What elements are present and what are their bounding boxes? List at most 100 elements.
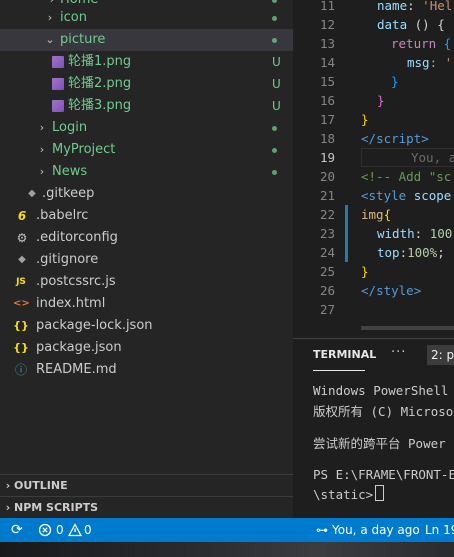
cursor-position[interactable]: Ln 19 xyxy=(425,518,454,542)
tree-item-readme[interactable]: ⓘ README.md xyxy=(0,359,293,381)
html-file-icon: <> xyxy=(13,298,30,309)
javascript-file-icon: JS xyxy=(16,277,26,287)
chevron-right-icon: › xyxy=(39,165,45,178)
code-line-22: img{ xyxy=(361,207,392,222)
tree-item-babelrc[interactable]: 6 .babelrc xyxy=(0,205,293,227)
terminal-output-line: 尝试新的跨平台 Power xyxy=(313,436,446,451)
outline-section-header[interactable]: › OUTLINE xyxy=(0,474,293,497)
tree-item-postcssrc[interactable]: JS .postcssrc.js xyxy=(0,271,293,293)
terminal-output-line: PS E:\FRAME\FRONT-EN xyxy=(313,467,454,482)
tree-item-gitkeep[interactable]: ◆ .gitkeep xyxy=(0,183,293,205)
modified-dot-icon xyxy=(272,148,277,153)
modified-dot-icon xyxy=(272,16,277,21)
terminal-output-line: 版权所有 (C) Microso xyxy=(313,404,454,419)
more-actions-icon[interactable]: ··· xyxy=(391,345,406,360)
active-tab-indicator xyxy=(313,370,365,371)
tree-item-image-3[interactable]: 轮播3.png U xyxy=(0,95,293,117)
line-number: 11 xyxy=(319,0,335,13)
code-line-18: </script> xyxy=(361,131,429,146)
babel-icon: 6 xyxy=(17,209,27,223)
git-blame-icon: ⊶ xyxy=(316,523,328,537)
image-file-icon xyxy=(52,78,64,90)
tree-item-package-json[interactable]: {} package.json xyxy=(0,337,293,359)
code-line-26: </style> xyxy=(361,283,422,298)
line-number: 15 xyxy=(319,74,335,89)
warning-count: 0 xyxy=(84,523,92,537)
terminal-prompt-line[interactable]: \static> xyxy=(313,485,385,502)
image-file-icon xyxy=(52,100,64,112)
code-line-12: data () { xyxy=(377,17,445,32)
code-line-14: msg: ' xyxy=(407,55,453,70)
npm-scripts-section-header[interactable]: › NPM SCRIPTS xyxy=(0,496,293,518)
chevron-right-icon: › xyxy=(5,479,11,492)
line-number: 20 xyxy=(319,169,335,184)
chevron-right-icon: › xyxy=(39,121,45,134)
line-number: 26 xyxy=(319,283,335,298)
line-number: 13 xyxy=(319,36,335,51)
untracked-badge: U xyxy=(272,99,281,113)
code-line-15: } xyxy=(391,74,399,89)
tree-item-editorconfig[interactable]: ⚙ .editorconfig xyxy=(0,227,293,249)
code-line-23: width: 100 xyxy=(377,226,453,241)
horizontal-scrollbar[interactable] xyxy=(361,326,454,330)
code-line-20: <!-- Add "sc xyxy=(361,169,452,184)
line-number: 22 xyxy=(319,207,335,222)
line-number: 27 xyxy=(319,302,335,317)
line-number: 14 xyxy=(319,55,335,70)
error-count: 0 xyxy=(56,523,64,537)
image-file-icon xyxy=(52,56,64,68)
explorer-sidebar: › Home › icon ⌄ picture 轮播1.png U 轮播2.pn… xyxy=(0,0,293,518)
code-line-11: name: 'Hel xyxy=(377,0,453,13)
line-number: 25 xyxy=(319,264,335,279)
tree-item-package-lock[interactable]: {} package-lock.json xyxy=(0,315,293,337)
tree-item-myproject[interactable]: › MyProject xyxy=(0,139,293,161)
tree-item-login[interactable]: › Login xyxy=(0,117,293,139)
warning-icon xyxy=(68,523,82,537)
line-number: 21 xyxy=(319,188,335,203)
file-diamond-icon: ◆ xyxy=(18,254,26,265)
git-blame-status[interactable]: You, a day ago xyxy=(332,518,420,542)
code-line-13: return { xyxy=(391,36,452,51)
modified-dot-icon xyxy=(272,0,277,3)
tree-item-picture[interactable]: ⌄ picture xyxy=(0,29,293,51)
terminal-output-line: Windows PowerShell xyxy=(313,383,449,398)
tree-item-image-1[interactable]: 轮播1.png U xyxy=(0,51,293,73)
chevron-right-icon: › xyxy=(47,11,53,24)
modified-dot-icon xyxy=(272,38,277,43)
json-file-icon: {} xyxy=(13,319,29,332)
code-editor[interactable]: 11 12 13 14 15 16 17 18 19 20 21 22 23 2… xyxy=(293,0,454,330)
terminal-cursor xyxy=(375,485,385,501)
file-diamond-icon: ◆ xyxy=(28,188,36,199)
json-file-icon: {} xyxy=(13,341,29,354)
tree-item-image-2[interactable]: 轮播2.png U xyxy=(0,73,293,95)
line-number: 24 xyxy=(319,245,335,260)
code-line-16: } xyxy=(377,93,385,108)
line-number-active: 19 xyxy=(319,150,335,165)
tree-item-news[interactable]: › News xyxy=(0,161,293,183)
chevron-right-icon: › xyxy=(39,143,45,156)
tab-terminal[interactable]: TERMINAL xyxy=(313,348,376,361)
chevron-down-icon: ⌄ xyxy=(45,33,55,46)
status-bar: ⟳ 0 0 ⊶ You, a day ago Ln 19 xyxy=(0,518,454,542)
terminal-selector-dropdown[interactable]: 2: p xyxy=(427,345,454,365)
modified-dot-icon xyxy=(272,170,277,175)
git-modified-gutter-bar xyxy=(345,205,348,262)
line-number: 18 xyxy=(319,131,335,146)
modified-dot-icon xyxy=(272,126,277,131)
tree-item-index-html[interactable]: <> index.html xyxy=(0,293,293,315)
line-number: 12 xyxy=(319,17,335,32)
code-line-17: } xyxy=(361,112,369,127)
error-icon xyxy=(38,523,52,537)
git-blame-ghost-text: You, a xyxy=(411,150,454,165)
gear-icon: ⚙ xyxy=(16,231,28,245)
tree-item-gitignore[interactable]: ◆ .gitignore xyxy=(0,249,293,271)
code-line-21: <style scope xyxy=(361,188,452,203)
sync-icon[interactable]: ⟳ xyxy=(11,518,23,542)
line-number: 16 xyxy=(319,93,335,108)
line-number: 17 xyxy=(319,112,335,127)
terminal-panel[interactable]: TERMINAL ··· 2: p Windows PowerShell 版权所… xyxy=(293,338,454,519)
tree-item-icon[interactable]: › icon xyxy=(0,7,293,29)
line-number: 23 xyxy=(319,226,335,241)
code-line-25: } xyxy=(361,264,369,279)
chevron-right-icon: › xyxy=(5,501,11,514)
